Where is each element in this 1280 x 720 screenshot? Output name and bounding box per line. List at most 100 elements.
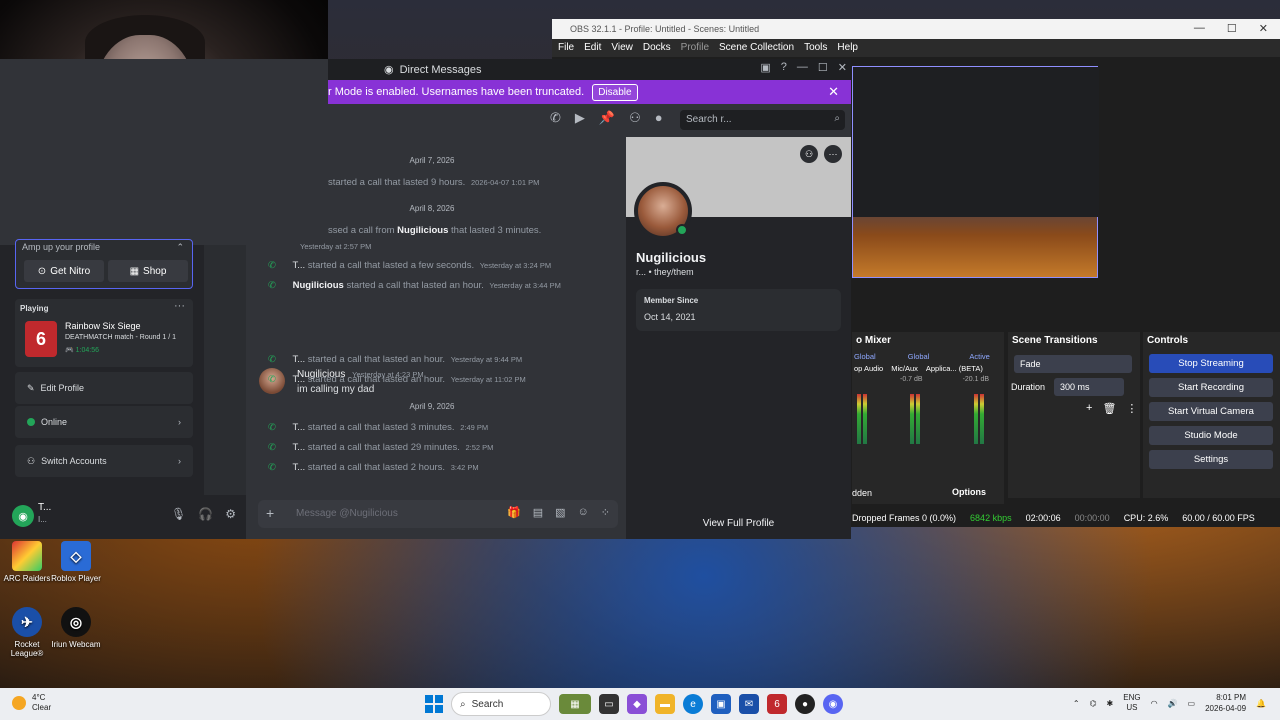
file-explorer-icon[interactable]: ▬ xyxy=(655,694,675,714)
edit-profile-button[interactable]: ✎ Edit Profile xyxy=(15,372,193,404)
menu-view[interactable]: View xyxy=(611,42,633,54)
mixer-source[interactable]: op Audio xyxy=(854,364,883,373)
start-button[interactable] xyxy=(425,695,443,713)
more-icon[interactable]: ··· xyxy=(824,145,842,163)
headphones-icon[interactable]: 🎧 xyxy=(198,507,213,521)
close-icon[interactable]: ✕ xyxy=(1259,22,1268,35)
task-view-icon[interactable]: ▭ xyxy=(599,694,619,714)
menu-help[interactable]: Help xyxy=(837,42,858,54)
desktop-icon-iriun-webcam[interactable]: ◎ Iriun Webcam xyxy=(49,607,103,649)
stop-streaming-button[interactable]: Stop Streaming xyxy=(1149,354,1273,373)
settings-button[interactable]: Settings xyxy=(1149,450,1273,469)
store-icon[interactable]: ▣ xyxy=(711,694,731,714)
transition-select[interactable]: Fade xyxy=(1014,355,1132,373)
teams-icon[interactable]: ◆ xyxy=(627,694,647,714)
caller-name[interactable]: T... xyxy=(292,354,305,365)
desktop-icon-roblox[interactable]: ◇ Roblox Player xyxy=(49,541,103,583)
add-friend-icon[interactable]: ⚇ xyxy=(629,110,641,126)
more-icon[interactable]: ··· xyxy=(174,300,185,312)
caller-name[interactable]: T... xyxy=(292,462,305,473)
options-button[interactable]: Options xyxy=(952,487,986,497)
add-icon[interactable]: + xyxy=(1086,402,1092,415)
emoji-icon[interactable]: ☺ xyxy=(578,506,589,519)
gif-icon[interactable]: ▤ xyxy=(533,506,543,519)
view-full-profile-button[interactable]: View Full Profile xyxy=(626,518,851,529)
video-icon[interactable]: ▶ xyxy=(575,110,585,126)
studio-mode-button[interactable]: Studio Mode xyxy=(1149,426,1273,445)
online-status-button[interactable]: Online › xyxy=(15,406,193,438)
help-icon[interactable]: ? xyxy=(781,61,787,74)
caller-name[interactable]: T... xyxy=(292,442,305,453)
menu-scene-collection[interactable]: Scene Collection xyxy=(719,42,794,54)
menu-profile[interactable]: Profile xyxy=(681,42,709,54)
message-composer[interactable]: + Message @Nugilicious 🎁 ▤ ▧ ☺ ⁘ xyxy=(258,500,618,528)
menu-tools[interactable]: Tools xyxy=(804,42,827,54)
start-recording-button[interactable]: Start Recording xyxy=(1149,378,1273,397)
volume-icon[interactable]: 🔊 xyxy=(1168,699,1178,708)
mixer-label: Global xyxy=(854,352,876,361)
outlook-icon[interactable]: ✉ xyxy=(739,694,759,714)
obs-preview[interactable] xyxy=(852,66,1099,278)
battery-icon[interactable]: ▭ xyxy=(1188,699,1196,708)
caller-name[interactable]: T... xyxy=(292,260,305,271)
chevron-up-icon[interactable]: ⌃ xyxy=(1073,699,1080,708)
switch-accounts-button[interactable]: ⚇ Switch Accounts › xyxy=(15,445,193,477)
sources-toolbar: dden Options xyxy=(852,484,1004,504)
bluetooth-icon[interactable]: ✱ xyxy=(1107,699,1114,708)
minimize-icon[interactable]: — xyxy=(1194,22,1205,35)
db-readout: -20.1 dB xyxy=(962,376,990,383)
menu-file[interactable]: File xyxy=(558,42,574,54)
edge-icon[interactable]: e xyxy=(683,694,703,714)
edit-profile-label: Edit Profile xyxy=(40,383,85,393)
apps-icon[interactable]: ⁘ xyxy=(601,506,610,519)
inbox-icon[interactable]: ▣ xyxy=(760,61,770,74)
clock[interactable]: 8:01 PM 2026-04-09 xyxy=(1205,692,1246,714)
get-nitro-button[interactable]: ⊙ Get Nitro xyxy=(24,260,104,282)
add-attachment-icon[interactable]: + xyxy=(266,505,274,521)
rainbow-six-icon[interactable]: 6 xyxy=(767,694,787,714)
sticker-icon[interactable]: ▧ xyxy=(555,506,565,519)
menu-edit[interactable]: Edit xyxy=(584,42,601,54)
maximize-icon[interactable]: ☐ xyxy=(1227,22,1237,35)
desktop-icon-arc-raiders[interactable]: ARC Raiders xyxy=(0,541,54,583)
weather-widget[interactable]: 4°C Clear xyxy=(12,693,51,713)
notification-icon[interactable]: 🔔 xyxy=(1256,699,1266,708)
close-icon[interactable]: ✕ xyxy=(838,61,847,74)
widgets-icon[interactable]: ▦ xyxy=(559,694,591,714)
call-icon[interactable]: ✆ xyxy=(550,110,561,126)
close-icon[interactable]: ✕ xyxy=(828,84,839,100)
desktop-icon-rocket-league[interactable]: ✈ Rocket League® xyxy=(0,607,54,658)
caller-name[interactable]: Nugilicious xyxy=(293,280,344,291)
start-virtual-camera-button[interactable]: Start Virtual Camera xyxy=(1149,402,1273,421)
minimize-icon[interactable]: — xyxy=(797,61,808,74)
profile-icon[interactable]: ● xyxy=(655,110,663,126)
network-icon[interactable]: ⌬ xyxy=(1090,699,1097,708)
chevron-up-icon[interactable]: ⌃ xyxy=(176,242,184,253)
language-indicator[interactable]: ENG US xyxy=(1123,693,1140,713)
mixer-source[interactable]: Applica... (BETA) xyxy=(926,364,983,373)
disable-button[interactable]: Disable xyxy=(592,83,638,101)
search-input[interactable]: Search r... ⌕ xyxy=(680,110,845,130)
mixer-source[interactable]: Mic/Aux xyxy=(891,364,918,373)
microphone-icon[interactable]: 🎙 xyxy=(171,507,186,521)
discord-icon[interactable]: ◉ xyxy=(823,694,843,714)
avatar[interactable]: ◉ xyxy=(12,505,34,527)
caller-name[interactable]: T... xyxy=(292,422,305,433)
shop-button[interactable]: ▦ Shop xyxy=(108,260,188,282)
duration-input[interactable]: 300 ms xyxy=(1054,378,1124,396)
add-friend-icon[interactable]: ⚇ xyxy=(800,145,818,163)
gift-icon[interactable]: 🎁 xyxy=(507,506,521,519)
trash-icon[interactable]: 🗑 xyxy=(1102,402,1116,415)
maximize-icon[interactable]: ☐ xyxy=(818,61,828,74)
wifi-icon[interactable]: ◠ xyxy=(1151,699,1158,708)
caller-name[interactable]: Nugilicious xyxy=(397,225,448,236)
settings-icon[interactable]: ⚙ xyxy=(225,507,236,521)
obs-title: OBS 32.1.1 - Profile: Untitled - Scenes:… xyxy=(570,24,760,34)
menu-docks[interactable]: Docks xyxy=(643,42,671,54)
pin-icon[interactable]: 📌 xyxy=(599,110,615,126)
phone-icon: ✆ xyxy=(268,354,276,365)
obs-icon[interactable]: ● xyxy=(795,694,815,714)
taskbar-search[interactable]: ⌕ Search xyxy=(451,692,551,716)
caller-name[interactable]: T... xyxy=(292,374,305,385)
more-icon[interactable]: ⋮ xyxy=(1126,402,1137,415)
